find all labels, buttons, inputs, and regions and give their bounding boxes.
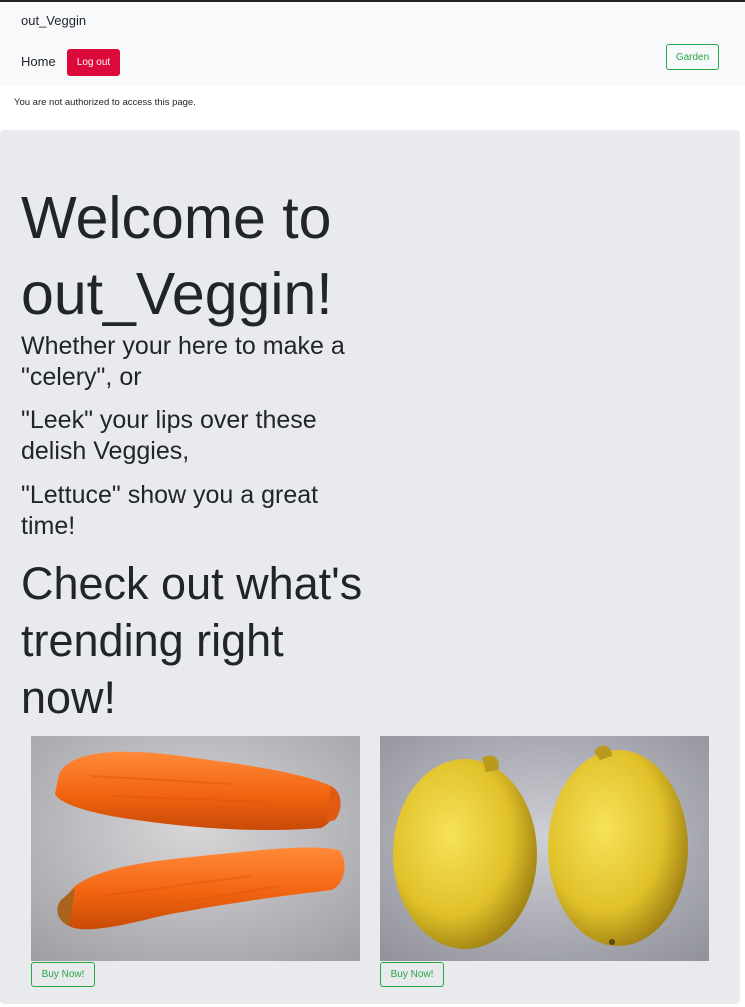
- hero-line-leek: "Leek" your lips over these delish Veggi…: [21, 406, 317, 465]
- brand-link[interactable]: out_Veggin: [21, 13, 86, 28]
- buy-now-button[interactable]: Buy Now!: [31, 962, 95, 987]
- garden-button[interactable]: Garden: [666, 44, 719, 70]
- navbar: out_Veggin Home Log out Garden: [0, 2, 745, 86]
- logout-button[interactable]: Log out: [67, 49, 120, 76]
- product-card-lemons: Buy Now!: [380, 736, 709, 987]
- buy-now-button[interactable]: Buy Now!: [380, 962, 444, 987]
- not-authorized-message: You are not authorized to access this pa…: [14, 97, 196, 108]
- trending-heading: Check out what's trending right now!: [21, 558, 363, 723]
- hero-line-celery: Whether your here to make a "celery", or: [21, 332, 345, 391]
- lemons-image: [380, 736, 709, 961]
- welcome-heading: Welcome to out_Veggin!: [21, 185, 333, 327]
- hero-section: Welcome to out_Veggin! Whether your here…: [0, 130, 740, 1004]
- carrots-image: [31, 736, 360, 961]
- hero-line-lettuce: "Lettuce" show you a great time!: [21, 481, 319, 540]
- product-card-carrots: Buy Now!: [31, 736, 360, 987]
- nav-home-link[interactable]: Home: [21, 54, 56, 69]
